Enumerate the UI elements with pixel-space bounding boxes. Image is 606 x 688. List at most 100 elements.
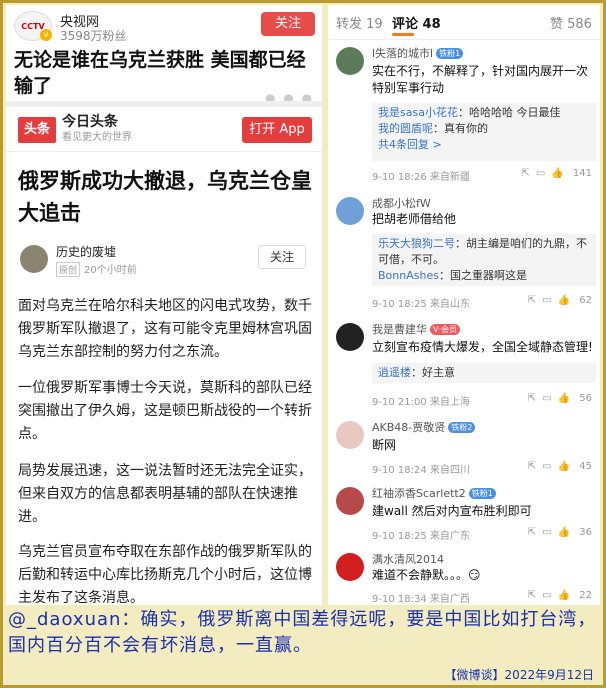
commenter-name[interactable]: 成都小松fW [372, 195, 431, 211]
share-icon[interactable]: ⇱ [528, 590, 536, 601]
more-replies-link[interactable]: 共4条回复 > [378, 137, 590, 153]
share-icon[interactable]: ⇱ [528, 527, 536, 538]
article-paragraph: 面对乌克兰在哈尔科夫地区的闪电式攻势，数千俄罗斯军队撤退了，这有可能令克里姆林宫… [18, 298, 312, 360]
article-title: 俄罗斯成功大撤退，乌克兰仓皇大追击 [18, 169, 312, 225]
like-count: 36 [579, 527, 592, 538]
like-icon[interactable]: 👍 [558, 527, 570, 538]
reply-icon[interactable]: ▭ [542, 295, 551, 306]
reply-author: 我的圆盾呢 [378, 122, 433, 135]
reply-item: 乐天大狼狗二号：胡主编是咱们的九鼎，不可借，不可。 [378, 237, 587, 266]
reply-icon[interactable]: ▭ [542, 590, 551, 601]
comment-actions: ⇱ ▭ 👍 62 [522, 295, 592, 306]
comment-text: 实在不行，不解释了，针对国内展开一次特别军事行动 [372, 64, 589, 95]
active-tab-indicator [392, 33, 414, 36]
comment-text: 难道不会静默。。。😏 [372, 568, 481, 582]
commenter-name-text: l失落的城市l [372, 47, 434, 60]
reply-box[interactable]: 我是sasa小花花：哈哈哈哈 今日最佳 我的圆盾呢：真有你的 共4条回复 > [372, 103, 596, 161]
fan-count: 3598万粉丝 [60, 29, 127, 43]
avatar[interactable] [336, 487, 364, 515]
reply-author: 逍遥楼 [378, 366, 411, 379]
reply-text: 真有你的 [444, 122, 488, 135]
commenter-name-text: 红袖添香Scarlett2 [372, 487, 466, 500]
comment-actions: ⇱ ▭ 👍 45 [522, 461, 592, 472]
reply-icon[interactable]: ▭ [542, 393, 551, 404]
reply-icon[interactable]: ▭ [542, 461, 551, 472]
reply-item: 我的圆盾呢：真有你的 [378, 122, 488, 135]
divider [6, 101, 322, 107]
share-icon[interactable]: ⇱ [528, 295, 536, 306]
author-meta: 原创 20个小时前 [56, 261, 137, 277]
comment-text: 立刻宣布疫情大爆发，全国全域静态管理! [372, 340, 593, 354]
commenter-name[interactable]: 红袖添香Scarlett2 铁粉1 [372, 485, 496, 501]
like-count: 56 [579, 393, 592, 404]
comment-meta: 9-10 21:00 来自上海 [372, 397, 470, 408]
divider [328, 39, 600, 40]
comment-meta: 9-10 18:25 来自广东 [372, 531, 470, 542]
like-icon[interactable]: 👍 [551, 168, 563, 179]
tab-repost[interactable]: 转发 19 [336, 13, 383, 32]
reply-item: 我是sasa小花花：哈哈哈哈 今日最佳 [378, 106, 561, 119]
avatar[interactable] [336, 553, 364, 581]
comment-text: 建wall 然后对内宣布胜利即可 [372, 504, 532, 518]
vip-badge: V·会员 [430, 324, 461, 335]
article-paragraph: 局势发展迅速，这一说法暂时还无法完全证实，但来自双方的信息都表明基辅的部队在快速… [18, 463, 312, 525]
reply-icon[interactable]: ▭ [536, 168, 545, 179]
like-icon[interactable]: 👍 [558, 461, 570, 472]
like-icon[interactable]: 👍 [558, 393, 570, 404]
toutiao-logo: 头条 [18, 117, 56, 143]
tab-comments[interactable]: 评论 48 [392, 13, 441, 32]
like-icon[interactable]: 👍 [558, 295, 570, 306]
comments-panel: 转发 19 评论 48 赞 586 l失落的城市l 铁粉1 实在不行，不解释了，针… [328, 5, 600, 605]
author-avatar[interactable] [20, 245, 48, 273]
comment-text: 断网 [372, 438, 397, 452]
open-app-button[interactable]: 打开 App [242, 117, 312, 143]
like-icon[interactable]: 👍 [558, 590, 570, 601]
article-screenshot-panel: CCTV v 央视网 3598万粉丝 关注 无论是谁在乌克兰获胜 美国都已经输了… [6, 5, 322, 605]
reply-box[interactable]: 乐天大狼狗二号：胡主编是咱们的九鼎，不可借，不可。 BonnAshes：国之重器… [372, 234, 596, 286]
author-name[interactable]: 历史的废墟 [56, 243, 116, 260]
cctv-post-card[interactable]: CCTV v 央视网 3598万粉丝 关注 无论是谁在乌克兰获胜 美国都已经输了… [6, 5, 322, 105]
avatar[interactable] [336, 323, 364, 351]
commenter-name-text: AKB48-贾敬贤 [372, 421, 446, 434]
comment-meta: 9-10 18:34 来自广西 [372, 594, 470, 605]
divider [6, 151, 322, 152]
reply-item: 逍遥楼：好主意 [378, 366, 455, 379]
article-paragraph: 乌克兰官员宣布夺取在东部作战的俄罗斯军队的后勤和转运中心库比扬斯克几个小时后，这… [18, 544, 312, 605]
commenter-name-text: 我是曹建华 [372, 323, 427, 336]
avatar[interactable] [336, 47, 364, 75]
reply-author: 我是sasa小花花 [378, 106, 458, 119]
avatar[interactable] [336, 421, 364, 449]
fan-badge: 铁粉1 [468, 488, 496, 499]
reply-text: 哈哈哈哈 今日最佳 [468, 106, 561, 119]
tab-likes[interactable]: 赞 586 [550, 13, 592, 32]
comment-meta: 9-10 18:24 来自四川 [372, 465, 470, 476]
reply-icon[interactable]: ▭ [542, 527, 551, 538]
reply-box[interactable]: 逍遥楼：好主意 [372, 363, 596, 383]
commenter-name[interactable]: 满水清风2014 [372, 551, 444, 567]
fan-badge: 铁粉1 [436, 48, 464, 59]
follow-author-button[interactable]: 关注 [258, 245, 306, 269]
share-icon[interactable]: ⇱ [521, 168, 529, 179]
original-tag: 原创 [56, 262, 81, 277]
share-icon[interactable]: ⇱ [528, 461, 536, 472]
like-count: 45 [579, 461, 592, 472]
comment-meta: 9-10 18:25 来自山东 [372, 299, 470, 310]
comment-actions: ⇱ ▭ 👍 56 [522, 393, 592, 404]
reply-author: 乐天大狼狗二号 [378, 237, 455, 250]
commenter-name[interactable]: l失落的城市l 铁粉1 [372, 45, 464, 61]
commenter-name[interactable]: 我是曹建华 V·会员 [372, 321, 461, 337]
comment-actions: ⇱ ▭ 👍 36 [522, 527, 592, 538]
reply-item: BonnAshes：国之重器啊这是 [378, 269, 527, 282]
share-icon[interactable]: ⇱ [528, 393, 536, 404]
follow-button[interactable]: 关注 [261, 12, 315, 36]
source-footer: 【微博谈】2022年9月12日 [444, 668, 594, 682]
like-count: 62 [579, 295, 592, 306]
comment-text: 把胡老师借给他 [372, 212, 457, 226]
post-time: 20个小时前 [84, 265, 137, 276]
commenter-name[interactable]: AKB48-贾敬贤 铁粉2 [372, 419, 476, 435]
app-slogan: 看见更大的世界 [62, 132, 132, 143]
verified-badge-icon: v [40, 29, 52, 41]
avatar[interactable] [336, 197, 364, 225]
reply-text: 国之重器啊这是 [449, 269, 527, 282]
article-paragraph: 一位俄罗斯军事博士今天说，莫斯科的部队已经突围撤出了伊久姆，这是顿巴斯战役的一个… [18, 380, 312, 442]
